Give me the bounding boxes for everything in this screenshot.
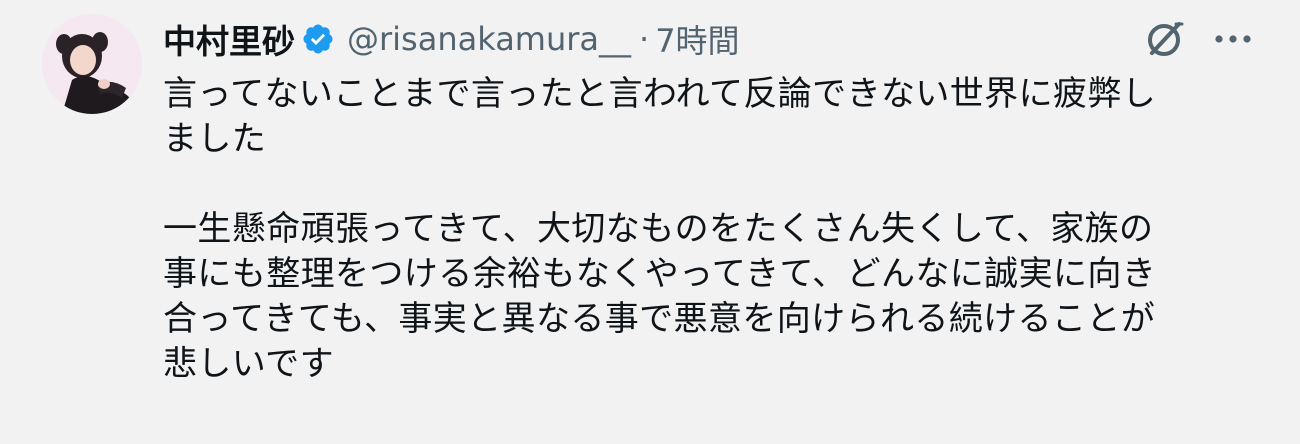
tweet-text: 言ってないことまで言ったと言われて反論できない世界に疲弊し ました 一生懸命頑張… xyxy=(163,74,1157,384)
avatar[interactable] xyxy=(42,14,142,114)
more-options-icon[interactable] xyxy=(1212,24,1254,54)
tweet[interactable]: 中村里砂 @risanakamura__ · 7時間 言ってないことまで言ったと… xyxy=(0,0,1300,444)
verified-badge-icon xyxy=(301,22,335,56)
handle[interactable]: @risanakamura__ xyxy=(347,20,631,58)
grok-icon[interactable] xyxy=(1143,17,1187,61)
timestamp[interactable]: 7時間 xyxy=(655,16,739,62)
tweet-header: 中村里砂 @risanakamura__ · 7時間 xyxy=(163,16,740,62)
separator-dot: · xyxy=(639,20,650,58)
display-name[interactable]: 中村里砂 xyxy=(163,15,295,63)
